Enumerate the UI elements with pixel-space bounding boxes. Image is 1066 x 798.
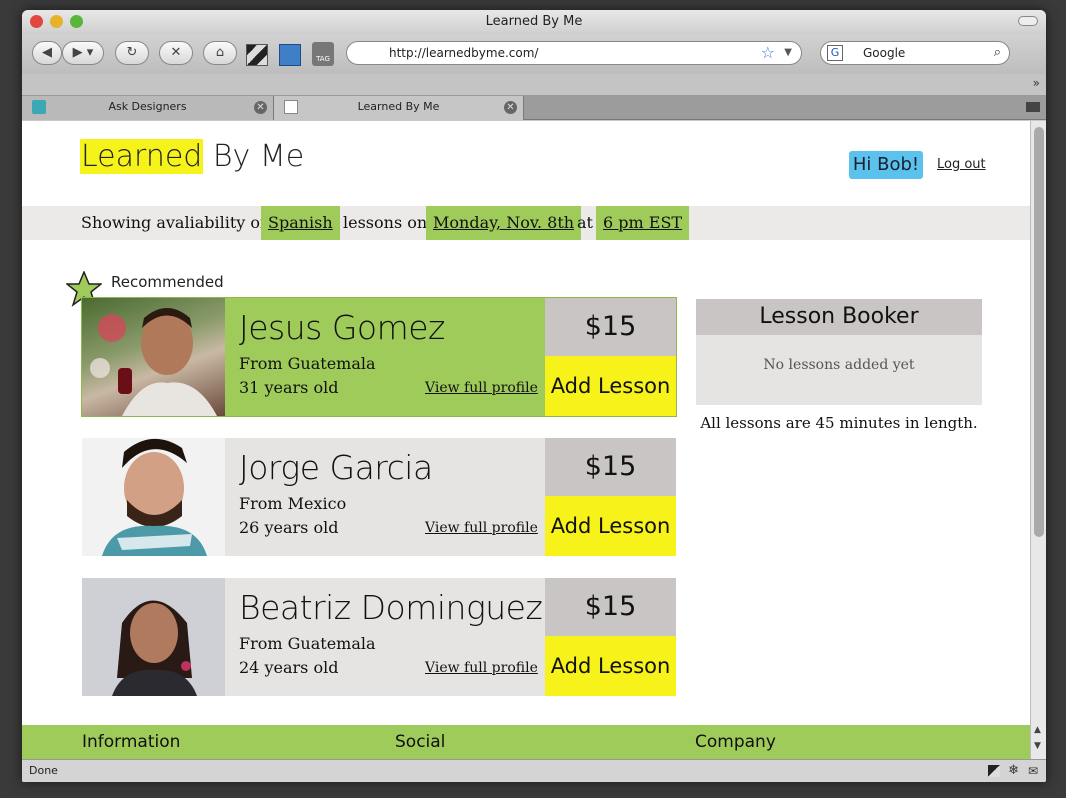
view-profile-link[interactable]: View full profile xyxy=(425,660,538,676)
teacher-origin: From Mexico xyxy=(239,494,347,513)
user-greeting: Hi Bob! xyxy=(849,151,923,179)
page-content: Learned By Me Hi Bob! Log out Showing av… xyxy=(22,121,1030,759)
teacher-age: 24 years old xyxy=(239,658,339,677)
overflow-chevron-icon[interactable]: » xyxy=(1033,76,1040,90)
zoom-window-button[interactable] xyxy=(70,15,83,28)
close-tab-icon[interactable]: ✕ xyxy=(504,101,517,114)
lesson-booker: Lesson Booker No lessons added yet xyxy=(696,299,982,405)
logo-highlight: Learned xyxy=(80,139,204,174)
window-title: Learned By Me xyxy=(485,14,583,29)
tab-label: Learned By Me xyxy=(357,100,440,113)
stop-button[interactable]: ✕ xyxy=(159,41,193,65)
footer-company-link[interactable]: Company xyxy=(695,725,776,759)
tab-bar: Ask Designers ✕ Learned By Me ✕ xyxy=(22,96,1046,120)
lesson-booker-empty: No lessons added yet xyxy=(763,357,915,373)
filter-prefix: Showing avaliability of xyxy=(81,213,266,232)
view-profile-link[interactable]: View full profile xyxy=(425,380,538,396)
add-lesson-button[interactable]: Add Lesson xyxy=(545,636,676,696)
teacher-name: Beatriz Dominguez xyxy=(239,588,543,627)
tab-list-icon[interactable] xyxy=(1026,102,1040,112)
ask-designers-favicon-icon xyxy=(32,100,46,114)
close-window-button[interactable] xyxy=(30,15,43,28)
teacher-photo-image xyxy=(102,438,207,556)
status-text: Done xyxy=(29,764,58,777)
teacher-age: 31 years old xyxy=(239,378,339,397)
teacher-info: Beatriz Dominguez From Guatemala 24 year… xyxy=(225,578,545,696)
scroll-up-icon[interactable]: ▲ xyxy=(1034,725,1041,735)
browser-window: Learned By Me ◀ ▶ ▾ ↻ ✕ ⌂ TAG http://lea… xyxy=(22,10,1046,782)
lesson-length-note: All lessons are 45 minutes in length. xyxy=(700,414,978,432)
lesson-price: $15 xyxy=(545,578,676,636)
bookmark-icon[interactable] xyxy=(279,44,301,66)
status-mail-icon[interactable]: ✉ xyxy=(1028,760,1038,782)
teacher-name: Jorge Garcia xyxy=(239,448,433,487)
lesson-booker-title: Lesson Booker xyxy=(696,299,982,335)
filter-middle: lessons on xyxy=(343,213,428,232)
close-tab-icon[interactable]: ✕ xyxy=(254,101,267,114)
title-bar: Learned By Me xyxy=(22,10,1046,34)
site-footer: Information Social Company xyxy=(22,725,1030,759)
logo-text: By Me xyxy=(203,139,305,174)
teacher-name: Jesus Gomez xyxy=(239,308,445,347)
status-bar: Done ❄ ✉ xyxy=(22,759,1046,782)
address-bar[interactable]: http://learnedbyme.com/ ☆ ▼ xyxy=(346,41,802,65)
browser-toolbar: ◀ ▶ ▾ ↻ ✕ ⌂ TAG http://learnedbyme.com/ … xyxy=(22,34,1046,74)
date-selector[interactable]: Monday, Nov. 8th xyxy=(426,206,582,240)
status-snowflake-icon[interactable]: ❄ xyxy=(1008,760,1019,782)
recommended-label: Recommended xyxy=(111,273,224,291)
time-selector[interactable]: 6 pm EST xyxy=(596,206,690,240)
forward-button[interactable]: ▶ ▾ xyxy=(62,41,104,65)
home-button[interactable]: ⌂ xyxy=(203,41,237,65)
lesson-price: $15 xyxy=(545,438,676,496)
tab-ask-designers[interactable]: Ask Designers ✕ xyxy=(22,96,274,120)
search-box[interactable]: G Google ⌕ xyxy=(820,41,1010,65)
lesson-price: $15 xyxy=(545,298,676,356)
view-profile-link[interactable]: View full profile xyxy=(425,520,538,536)
url-dropdown-icon[interactable]: ▼ xyxy=(784,42,792,64)
teacher-info: Jorge Garcia From Mexico 26 years old Vi… xyxy=(225,438,545,556)
filter-at: at xyxy=(577,213,593,232)
toolbar-toggle-button[interactable] xyxy=(1018,16,1038,26)
teacher-age: 26 years old xyxy=(239,518,339,537)
minimize-window-button[interactable] xyxy=(50,15,63,28)
tag-icon[interactable]: TAG xyxy=(312,42,334,66)
search-icon[interactable]: ⌕ xyxy=(994,42,1001,64)
add-lesson-button[interactable]: Add Lesson xyxy=(545,496,676,556)
teacher-photo[interactable] xyxy=(82,438,225,556)
teacher-photo[interactable] xyxy=(82,578,225,696)
back-button[interactable]: ◀ xyxy=(32,41,62,65)
teacher-origin: From Guatemala xyxy=(239,354,376,373)
status-extension-icon[interactable] xyxy=(988,765,1000,777)
teacher-origin: From Guatemala xyxy=(239,634,376,653)
bookmark-star-icon[interactable]: ☆ xyxy=(761,42,775,64)
teacher-photo[interactable] xyxy=(82,298,225,416)
availability-filter-bar: Showing avaliability of Spanish lessons … xyxy=(22,206,1030,240)
teacher-info: Jesus Gomez From Guatemala 31 years old … xyxy=(225,298,545,416)
search-placeholder: Google xyxy=(863,46,906,60)
footer-information-link[interactable]: Information xyxy=(82,725,180,759)
teacher-card: Jesus Gomez From Guatemala 31 years old … xyxy=(81,297,677,417)
tab-learned-by-me[interactable]: Learned By Me ✕ xyxy=(274,96,524,120)
extension-icon[interactable] xyxy=(246,44,268,66)
teacher-card: Jorge Garcia From Mexico 26 years old Vi… xyxy=(82,438,676,556)
window-controls xyxy=(30,15,83,28)
url-text: http://learnedbyme.com/ xyxy=(389,46,539,60)
reload-button[interactable]: ↻ xyxy=(115,41,149,65)
logout-link[interactable]: Log out xyxy=(937,157,986,172)
teacher-photo-image xyxy=(112,600,197,696)
google-icon[interactable]: G xyxy=(827,45,843,61)
tab-label: Ask Designers xyxy=(108,100,187,113)
language-selector[interactable]: Spanish xyxy=(261,206,340,240)
teacher-photo-image xyxy=(90,308,217,416)
vertical-scrollbar[interactable]: ▲ ▼ xyxy=(1030,121,1046,759)
scrollbar-thumb[interactable] xyxy=(1034,127,1044,537)
page-favicon-icon xyxy=(284,100,298,114)
scroll-down-icon[interactable]: ▼ xyxy=(1034,741,1041,751)
site-logo[interactable]: Learned By Me xyxy=(80,139,304,174)
add-lesson-button[interactable]: Add Lesson xyxy=(545,356,676,416)
teacher-card: Beatriz Dominguez From Guatemala 24 year… xyxy=(82,578,676,696)
bookmarks-bar: » xyxy=(22,74,1046,96)
footer-social-link[interactable]: Social xyxy=(395,725,445,759)
